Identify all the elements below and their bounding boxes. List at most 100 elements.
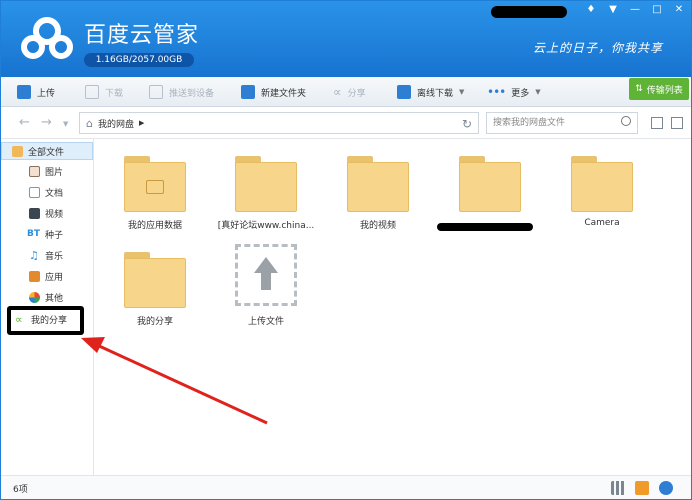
breadcrumb-chevron-icon[interactable]: ▶ bbox=[139, 119, 144, 127]
file-item[interactable]: 我的应用数据 bbox=[100, 156, 210, 231]
folder-icon bbox=[347, 156, 409, 212]
status-bar: 6项 bbox=[1, 475, 691, 499]
folder-icon bbox=[12, 145, 23, 157]
folder-icon bbox=[459, 156, 521, 212]
maximize-icon[interactable]: □ bbox=[651, 4, 663, 15]
transfer-list-button[interactable]: ⇅ 传输列表 bbox=[629, 78, 689, 100]
push-device-label: 推送到设备 bbox=[169, 88, 215, 99]
sidebar-item-label: 种子 bbox=[45, 230, 64, 241]
apps-grid-icon[interactable] bbox=[611, 481, 625, 495]
upload-button[interactable]: 上传 bbox=[17, 77, 55, 107]
torrent-icon: BT bbox=[27, 229, 40, 239]
window-controls: ♦ ▼ — □ ✕ bbox=[585, 4, 685, 15]
upload-icon bbox=[17, 85, 31, 99]
sidebar-item-music[interactable]: ♫ 音乐 bbox=[1, 246, 93, 264]
transfer-list-label: 传输列表 bbox=[646, 85, 683, 96]
file-item[interactable]: 我的分享 bbox=[100, 252, 210, 327]
redacted-username bbox=[491, 6, 567, 18]
sidebar-item-other[interactable]: 其他 bbox=[1, 288, 93, 306]
sidebar-item-label: 视频 bbox=[45, 209, 64, 220]
offline-download-icon bbox=[397, 85, 411, 99]
app-icon bbox=[29, 270, 40, 282]
history-chevron-icon[interactable]: ▼ bbox=[63, 120, 68, 128]
file-name: [真好论坛www.china... bbox=[217, 221, 315, 231]
transfer-icon: ⇅ bbox=[635, 84, 643, 94]
annotation-highlight-box bbox=[7, 306, 84, 335]
more-label: 更多 bbox=[511, 88, 530, 99]
sidebar-item-all-files[interactable]: 全部文件 bbox=[1, 142, 93, 160]
back-arrow-icon[interactable]: ← bbox=[19, 115, 30, 130]
refresh-icon[interactable]: ↻ bbox=[462, 117, 472, 131]
baidu-cloud-logo-icon bbox=[21, 17, 73, 59]
sidebar-item-label: 音乐 bbox=[45, 251, 64, 262]
minimize-icon[interactable]: — bbox=[629, 4, 641, 15]
redacted-file-name bbox=[437, 223, 533, 231]
sidebar-item-documents[interactable]: 文档 bbox=[1, 183, 93, 201]
more-button[interactable]: ••• 更多 ▼ bbox=[487, 77, 541, 107]
new-folder-label: 新建文件夹 bbox=[261, 88, 307, 99]
more-icon: ••• bbox=[487, 85, 506, 99]
toolbar: 上传 下载 推送到设备 新建文件夹 ∝ 分享 离线下载 ▼ ••• 更多 ▼ ⇅… bbox=[1, 77, 691, 107]
new-folder-icon bbox=[241, 85, 255, 99]
offline-download-button[interactable]: 离线下载 ▼ bbox=[397, 77, 464, 107]
share-icon: ∝ bbox=[333, 85, 342, 99]
download-label: 下载 bbox=[105, 88, 124, 99]
file-name: 上传文件 bbox=[247, 317, 284, 327]
app-header: 百度云管家 1.16GB/2057.00GB 云上的日子，你我共享 ♦ ▼ — … bbox=[1, 1, 691, 77]
chevron-down-icon[interactable]: ▼ bbox=[607, 4, 619, 15]
music-icon: ♫ bbox=[29, 248, 39, 262]
file-name: 我的视频 bbox=[359, 221, 396, 231]
file-item[interactable]: 我的视频 bbox=[323, 156, 433, 231]
image-icon bbox=[29, 165, 40, 177]
breadcrumb-root[interactable]: 我的网盘 bbox=[98, 117, 134, 130]
navigation-bar: ← → ▼ ⌂ 我的网盘 ▶ ↻ 搜索我的网盘文件 bbox=[1, 107, 691, 139]
forward-arrow-icon[interactable]: → bbox=[41, 115, 52, 130]
video-icon bbox=[29, 207, 40, 219]
close-icon[interactable]: ✕ bbox=[673, 4, 685, 15]
sidebar-item-label: 图片 bbox=[45, 167, 64, 178]
device-icon bbox=[149, 85, 163, 99]
file-item[interactable] bbox=[435, 156, 545, 218]
lock-icon[interactable] bbox=[659, 481, 673, 495]
chevron-down-icon: ▼ bbox=[535, 88, 541, 96]
chevron-down-icon: ▼ bbox=[459, 88, 465, 96]
list-view-icon[interactable] bbox=[651, 117, 663, 129]
search-input[interactable]: 搜索我的网盘文件 bbox=[486, 112, 638, 134]
sidebar-item-label: 全部文件 bbox=[28, 147, 65, 158]
upload-arrow-icon bbox=[235, 244, 297, 306]
upload-label: 上传 bbox=[37, 88, 56, 99]
folder-icon bbox=[235, 156, 297, 212]
sidebar: 全部文件 图片 文档 视频 BT 种子 ♫ 音乐 应用 其他 ∝ 我的分享 bbox=[1, 139, 94, 475]
baidu-cloud-window: 百度云管家 1.16GB/2057.00GB 云上的日子，你我共享 ♦ ▼ — … bbox=[0, 0, 692, 500]
file-item[interactable]: [真好论坛www.china... bbox=[211, 156, 321, 231]
app-folder-icon bbox=[124, 156, 186, 212]
share-button[interactable]: ∝ 分享 bbox=[333, 77, 366, 107]
folder-icon bbox=[124, 252, 186, 308]
other-icon bbox=[29, 291, 40, 303]
search-icon[interactable] bbox=[621, 116, 631, 126]
sidebar-item-images[interactable]: 图片 bbox=[1, 162, 93, 180]
breadcrumb: ⌂ 我的网盘 ▶ ↻ bbox=[79, 112, 479, 134]
file-grid: 我的应用数据 [真好论坛www.china... 我的视频 Camera 我的分… bbox=[95, 139, 691, 475]
file-item[interactable]: Camera bbox=[547, 156, 657, 228]
storage-quota: 1.16GB/2057.00GB bbox=[84, 53, 194, 67]
document-icon bbox=[29, 186, 40, 198]
sidebar-item-apps[interactable]: 应用 bbox=[1, 267, 93, 285]
bell-icon[interactable]: ♦ bbox=[585, 4, 597, 15]
home-icon[interactable]: ⌂ bbox=[86, 117, 93, 130]
download-button[interactable]: 下载 bbox=[85, 77, 123, 107]
sidebar-item-torrents[interactable]: BT 种子 bbox=[1, 225, 93, 243]
sidebar-item-label: 其他 bbox=[45, 293, 64, 304]
upload-status-icon[interactable] bbox=[635, 481, 649, 495]
sidebar-item-label: 文档 bbox=[45, 188, 64, 199]
push-device-button[interactable]: 推送到设备 bbox=[149, 77, 214, 107]
slogan: 云上的日子，你我共享 bbox=[532, 41, 663, 55]
sidebar-item-videos[interactable]: 视频 bbox=[1, 204, 93, 222]
offline-download-label: 离线下载 bbox=[417, 88, 454, 99]
upload-file-tile[interactable]: 上传文件 bbox=[211, 244, 321, 327]
search-placeholder: 搜索我的网盘文件 bbox=[493, 118, 566, 128]
grid-view-icon[interactable] bbox=[671, 117, 683, 129]
sidebar-item-label: 应用 bbox=[45, 272, 64, 283]
new-folder-button[interactable]: 新建文件夹 bbox=[241, 77, 306, 107]
file-name: 我的应用数据 bbox=[127, 221, 182, 231]
